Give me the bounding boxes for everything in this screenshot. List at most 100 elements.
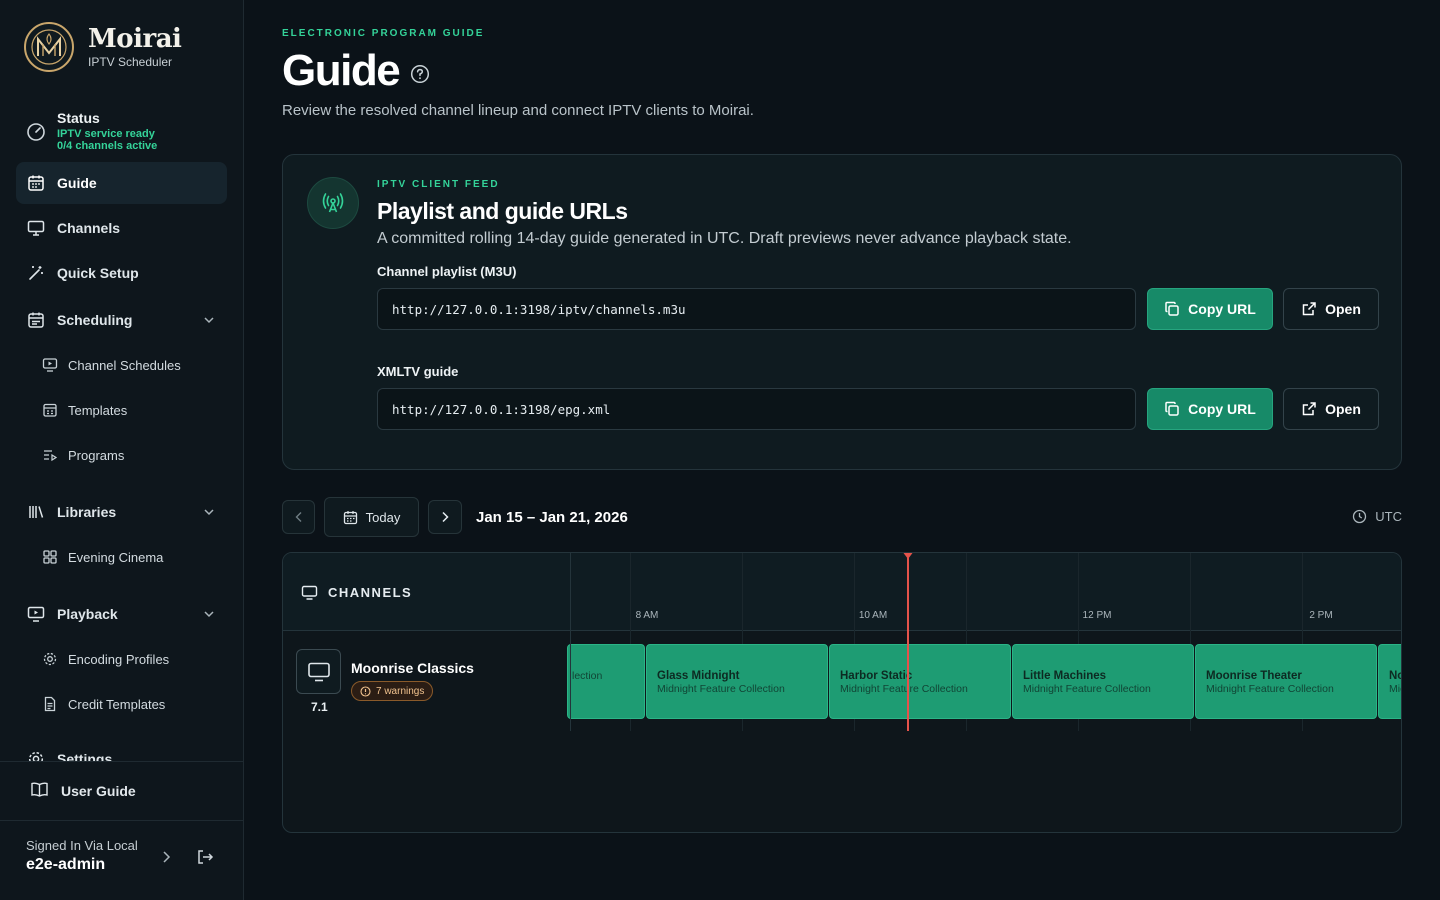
nav-channel-schedules[interactable]: Channel Schedules [42, 350, 181, 380]
help-circle-icon[interactable] [410, 64, 430, 89]
external-link-icon [1301, 301, 1317, 317]
nav-scheduling-label: Scheduling [57, 312, 133, 328]
calendar-list-icon [27, 311, 45, 329]
nav-programs-label: Programs [68, 447, 125, 463]
user-guide-label: User Guide [61, 783, 136, 799]
nav-encoding-profiles-label: Encoding Profiles [68, 651, 170, 667]
list-video-icon [42, 447, 58, 463]
feed-title: Playlist and guide URLs [377, 198, 628, 224]
account-info[interactable]: Signed In Via Local e2e-admin [26, 838, 138, 874]
channel-number: 7.1 [311, 700, 328, 714]
open-button-label: Open [1325, 401, 1361, 417]
copy-icon [1164, 301, 1180, 317]
brand[interactable]: Moirai IPTV Scheduler [24, 22, 182, 72]
timezone-indicator: UTC [1352, 509, 1402, 524]
nav-settings[interactable]: Settings [16, 740, 227, 761]
channel-cell[interactable]: 7.1 Moonrise Classics 7 warnings [283, 631, 571, 731]
nav-channel-schedules-label: Channel Schedules [68, 357, 181, 373]
brand-name: Moirai [88, 24, 182, 54]
copy-icon [1164, 401, 1180, 417]
open-xmltv-button[interactable]: Open [1283, 388, 1379, 430]
chevron-right-icon [440, 511, 450, 523]
chevron-down-icon[interactable] [203, 505, 215, 521]
copy-button-label: Copy URL [1188, 301, 1256, 317]
channel-name: Moonrise Classics [351, 660, 474, 676]
page-title: Guide [282, 46, 401, 95]
status-service: IPTV service ready [57, 128, 155, 140]
channel-row: 7.1 Moonrise Classics 7 warnings [283, 631, 1401, 731]
previous-week-button[interactable] [282, 500, 315, 534]
library-icon [27, 503, 45, 521]
brand-subtitle: IPTV Scheduler [88, 55, 173, 69]
iptv-feed-card: IPTV CLIENT FEED Playlist and guide URLs… [282, 154, 1402, 470]
status-title: Status [57, 110, 100, 126]
playlist-url-field[interactable]: http://127.0.0.1:3198/iptv/channels.m3u [377, 288, 1136, 330]
calendar-icon [343, 510, 358, 525]
warnings-label: 7 warnings [376, 685, 425, 697]
nav-libraries[interactable]: Libraries [16, 491, 227, 533]
time-label: 10 AM [858, 610, 888, 621]
grid-icon [42, 549, 58, 565]
chevron-down-icon[interactable] [203, 313, 215, 329]
chevron-down-icon[interactable] [203, 607, 215, 623]
xmltv-url-field[interactable]: http://127.0.0.1:3198/epg.xml [377, 388, 1136, 430]
user-guide-link[interactable]: User Guide [30, 780, 136, 802]
nav-libraries-label: Libraries [57, 504, 117, 520]
nav-settings-clip: Settings [0, 740, 243, 761]
nav-playback[interactable]: Playback [16, 593, 227, 635]
open-button-label: Open [1325, 301, 1361, 317]
chevron-left-icon [294, 511, 304, 523]
divider [0, 820, 243, 821]
program-guide-grid: CHANNELS 8 AM 10 AM 12 PM 2 PM lection G… [282, 552, 1402, 833]
timezone-label: UTC [1375, 509, 1402, 524]
time-label: 2 PM [1309, 610, 1333, 621]
nav-credit-templates[interactable]: Credit Templates [42, 689, 165, 719]
username: e2e-admin [26, 856, 106, 873]
status-channels: 0/4 channels active [57, 140, 158, 152]
monitor-icon [27, 219, 45, 237]
copy-playlist-url-button[interactable]: Copy URL [1147, 288, 1273, 330]
moirai-logo-icon [24, 22, 74, 72]
channels-header-label: CHANNELS [328, 584, 413, 600]
nav-encoding-profiles[interactable]: Encoding Profiles [42, 644, 169, 674]
next-week-button[interactable] [428, 500, 462, 534]
logout-icon[interactable] [196, 848, 214, 871]
today-button[interactable]: Today [324, 497, 419, 537]
nav-guide[interactable]: Guide [16, 162, 227, 204]
nav-channels-label: Channels [57, 220, 121, 236]
clock-icon [1352, 509, 1367, 524]
calendar-grid-icon [42, 402, 58, 418]
copy-xmltv-url-button[interactable]: Copy URL [1147, 388, 1273, 430]
nav-templates[interactable]: Templates [42, 395, 127, 425]
nav-guide-label: Guide [57, 175, 97, 191]
screen-play-icon [42, 357, 58, 373]
page-eyebrow: ELECTRONIC PROGRAM GUIDE [282, 28, 485, 39]
nav-programs[interactable]: Programs [42, 440, 124, 470]
nav-evening-cinema[interactable]: Evening Cinema [42, 542, 163, 572]
feed-eyebrow: IPTV CLIENT FEED [377, 179, 500, 190]
monitor-icon [301, 584, 318, 601]
open-playlist-button[interactable]: Open [1283, 288, 1379, 330]
calendar-icon [27, 174, 45, 192]
document-icon [42, 696, 58, 712]
alert-circle-icon [360, 685, 371, 697]
external-link-icon [1301, 401, 1317, 417]
signed-in-label: Signed In Via Local [26, 838, 138, 853]
feed-description: A committed rolling 14-day guide generat… [377, 230, 1072, 247]
nav-quick-setup[interactable]: Quick Setup [16, 252, 227, 294]
nav-playback-label: Playback [57, 606, 118, 622]
nav-scheduling[interactable]: Scheduling [16, 299, 227, 341]
nav-channels[interactable]: Channels [16, 207, 227, 249]
chevron-right-icon[interactable] [160, 850, 172, 869]
page-description: Review the resolved channel lineup and c… [282, 102, 754, 119]
current-time-marker [902, 553, 914, 559]
cog-icon [42, 651, 58, 667]
nav-evening-cinema-label: Evening Cinema [68, 549, 164, 565]
gauge-icon [26, 122, 46, 142]
warnings-badge[interactable]: 7 warnings [351, 681, 434, 701]
date-range: Jan 15 – Jan 21, 2026 [476, 509, 628, 526]
guide-toolbar: Today Jan 15 – Jan 21, 2026 UTC [282, 497, 1402, 538]
status-panel[interactable]: Status IPTV service ready 0/4 channels a… [26, 110, 157, 152]
tv-icon [296, 649, 341, 694]
settings-icon [27, 750, 45, 761]
